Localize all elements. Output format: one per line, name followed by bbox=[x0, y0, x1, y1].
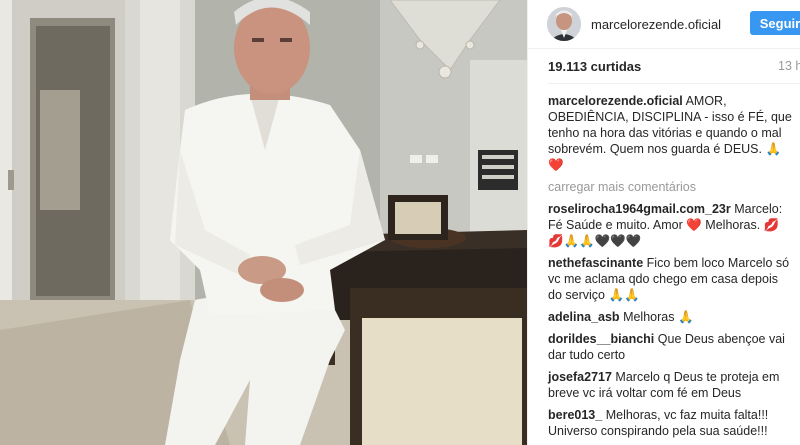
avatar[interactable] bbox=[547, 7, 581, 41]
caption-username[interactable]: marcelorezende.oficial bbox=[548, 94, 683, 108]
post-photo[interactable] bbox=[0, 0, 527, 445]
instagram-post: marcelorezende.oficial Seguir 19.113 cur… bbox=[0, 0, 800, 445]
comment-item: adelina_asb Melhoras 🙏 bbox=[548, 309, 792, 325]
comment-username[interactable]: adelina_asb bbox=[548, 310, 620, 324]
header-username[interactable]: marcelorezende.oficial bbox=[591, 17, 721, 32]
post-photo-illustration bbox=[0, 0, 527, 445]
post-timestamp[interactable]: 13 h bbox=[778, 59, 800, 73]
post-header: marcelorezende.oficial Seguir bbox=[528, 0, 800, 49]
post-stats: 19.113 curtidas 13 h bbox=[528, 49, 800, 83]
comment-username[interactable]: dorildes__bianchi bbox=[548, 332, 654, 346]
follow-button[interactable]: Seguir bbox=[750, 11, 800, 35]
comment-item: roselirocha1964gmail.com_23r Marcelo: Fé… bbox=[548, 201, 792, 249]
comment-username[interactable]: roselirocha1964gmail.com_23r bbox=[548, 202, 731, 216]
likes-count[interactable]: 19.113 curtidas bbox=[548, 59, 641, 74]
avatar-image bbox=[547, 7, 581, 41]
comment-username[interactable]: josefa2717 bbox=[548, 370, 612, 384]
caption: marcelorezende.oficial AMOR, OBEDIÊNCIA,… bbox=[548, 93, 792, 173]
comments-list: marcelorezende.oficial AMOR, OBEDIÊNCIA,… bbox=[528, 84, 800, 439]
comment-text: Melhoras 🙏 bbox=[623, 310, 694, 324]
comment-item: josefa2717 Marcelo q Deus te proteja em … bbox=[548, 369, 792, 401]
comment-username[interactable]: nethefascinante bbox=[548, 256, 643, 270]
comment-item: bere013_ Melhoras, vc faz muita falta!!!… bbox=[548, 407, 792, 439]
post-side-panel: marcelorezende.oficial Seguir 19.113 cur… bbox=[527, 0, 800, 445]
comment-username[interactable]: bere013_ bbox=[548, 408, 602, 422]
comment-item: nethefascinante Fico bem loco Marcelo só… bbox=[548, 255, 792, 303]
comment-item: dorildes__bianchi Que Deus abençoe vai d… bbox=[548, 331, 792, 363]
load-more-comments-link[interactable]: carregar mais comentários bbox=[548, 179, 792, 195]
